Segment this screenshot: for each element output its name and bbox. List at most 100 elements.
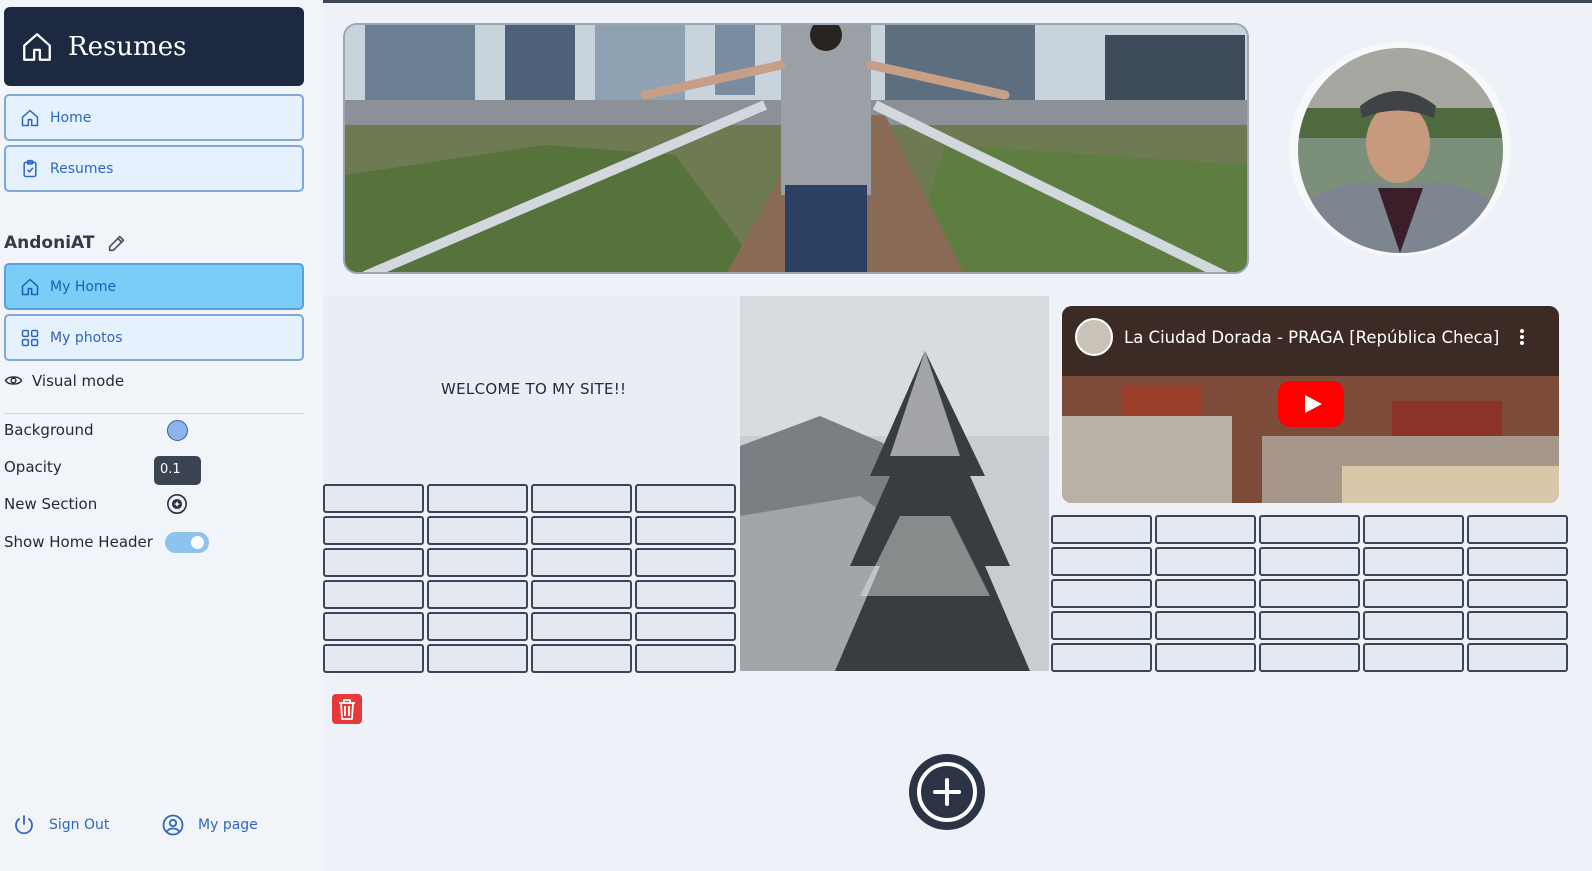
grid-cell[interactable]	[531, 580, 632, 609]
grid-cell[interactable]	[635, 548, 736, 577]
toggle-knob	[191, 536, 204, 549]
user-row: AndoniAT	[4, 232, 128, 254]
clipboard-check-icon	[23, 159, 37, 177]
my-page-button[interactable]: My page	[161, 813, 258, 837]
grid-icon	[21, 329, 39, 346]
background-label: Background	[4, 421, 94, 439]
grid-cell[interactable]	[323, 516, 424, 545]
grid-cell[interactable]	[635, 516, 736, 545]
grid-cell[interactable]	[323, 484, 424, 513]
header-banner-image	[343, 23, 1249, 274]
grid-cell[interactable]	[531, 612, 632, 641]
grid-cell[interactable]	[1155, 579, 1256, 608]
avatar-photo	[1298, 48, 1503, 253]
grid-cell[interactable]	[1259, 515, 1360, 544]
more-options-icon[interactable]	[1519, 328, 1525, 346]
top-border	[323, 0, 1592, 3]
channel-avatar[interactable]	[1075, 318, 1113, 356]
my-page-label: My page	[198, 817, 258, 833]
sidebar-item-resumes[interactable]: Resumes	[4, 145, 304, 192]
play-button[interactable]	[1278, 381, 1344, 427]
grid-cell[interactable]	[1363, 579, 1464, 608]
layout-grid-left	[323, 484, 736, 673]
grid-cell[interactable]	[1259, 579, 1360, 608]
grid-cell[interactable]	[1155, 515, 1256, 544]
grid-cell[interactable]	[1363, 515, 1464, 544]
video-title[interactable]: La Ciudad Dorada - PRAGA [República Chec…	[1124, 328, 1499, 347]
show-header-toggle[interactable]	[165, 532, 209, 553]
grid-cell[interactable]	[427, 612, 528, 641]
grid-cell[interactable]	[323, 548, 424, 577]
grid-cell[interactable]	[1051, 579, 1152, 608]
edit-icon[interactable]	[106, 232, 128, 254]
grid-cell[interactable]	[635, 580, 736, 609]
brand-header[interactable]: Resumes	[4, 7, 304, 86]
grid-cell[interactable]	[531, 516, 632, 545]
sidebar-item-label: Resumes	[50, 160, 114, 177]
sign-out-label: Sign Out	[49, 817, 110, 833]
home-icon	[23, 32, 51, 61]
grid-cell[interactable]	[1051, 643, 1152, 672]
show-header-label: Show Home Header	[4, 533, 153, 551]
grid-cell[interactable]	[427, 580, 528, 609]
grid-cell[interactable]	[1155, 547, 1256, 576]
layout-grid-right	[1051, 515, 1568, 672]
sidebar-item-label: Home	[50, 109, 92, 126]
username: AndoniAT	[4, 233, 95, 253]
grid-cell[interactable]	[323, 612, 424, 641]
home-icon	[21, 278, 39, 295]
grid-cell[interactable]	[1363, 643, 1464, 672]
profile-avatar[interactable]	[1289, 42, 1511, 256]
grid-cell[interactable]	[427, 548, 528, 577]
home-icon	[21, 109, 39, 126]
grid-cell[interactable]	[427, 484, 528, 513]
sidebar-item-label: My Home	[50, 278, 117, 295]
sidebar-item-label: My photos	[50, 329, 123, 346]
grid-cell[interactable]	[1467, 547, 1568, 576]
grid-cell[interactable]	[323, 580, 424, 609]
grid-cell[interactable]	[427, 644, 528, 673]
grid-cell[interactable]	[1051, 547, 1152, 576]
user-circle-icon	[162, 814, 184, 836]
visual-mode-toggle[interactable]: Visual mode	[4, 371, 124, 390]
welcome-text: WELCOME TO MY SITE!!	[441, 380, 627, 398]
divider	[4, 413, 304, 414]
grid-cell[interactable]	[1467, 611, 1568, 640]
opacity-input[interactable]: 0.1	[154, 456, 201, 485]
grid-cell[interactable]	[1259, 611, 1360, 640]
sidebar-item-home[interactable]: Home	[4, 94, 304, 141]
youtube-video-embed[interactable]: La Ciudad Dorada - PRAGA [República Chec…	[1062, 306, 1559, 503]
grid-cell[interactable]	[635, 644, 736, 673]
grid-cell[interactable]	[635, 612, 736, 641]
grid-cell[interactable]	[427, 516, 528, 545]
bottom-band	[323, 850, 1592, 871]
grid-cell[interactable]	[531, 548, 632, 577]
grid-cell[interactable]	[323, 644, 424, 673]
add-section-icon[interactable]	[166, 493, 188, 515]
brand-title: Resumes	[68, 31, 187, 62]
sidebar-item-my-photos[interactable]: My photos	[4, 314, 304, 361]
grid-cell[interactable]	[1155, 611, 1256, 640]
snowy-tree-photo	[740, 296, 1049, 671]
eye-icon	[4, 376, 23, 385]
new-section-label: New Section	[4, 495, 98, 513]
grid-cell[interactable]	[1259, 547, 1360, 576]
sign-out-button[interactable]: Sign Out	[12, 813, 109, 837]
grid-cell[interactable]	[1259, 643, 1360, 672]
add-section-button[interactable]	[908, 753, 986, 831]
grid-cell[interactable]	[1051, 611, 1152, 640]
grid-cell[interactable]	[1363, 611, 1464, 640]
sidebar-item-my-home[interactable]: My Home	[4, 263, 304, 310]
grid-cell[interactable]	[1467, 643, 1568, 672]
grid-cell[interactable]	[1051, 515, 1152, 544]
grid-cell[interactable]	[531, 484, 632, 513]
grid-cell[interactable]	[1467, 515, 1568, 544]
grid-cell[interactable]	[1363, 547, 1464, 576]
grid-cell[interactable]	[635, 484, 736, 513]
background-color-picker[interactable]	[167, 420, 188, 441]
grid-cell[interactable]	[531, 644, 632, 673]
grid-cell[interactable]	[1155, 643, 1256, 672]
grid-cell[interactable]	[1467, 579, 1568, 608]
visual-mode-label: Visual mode	[32, 371, 125, 390]
delete-section-button[interactable]	[332, 694, 362, 724]
